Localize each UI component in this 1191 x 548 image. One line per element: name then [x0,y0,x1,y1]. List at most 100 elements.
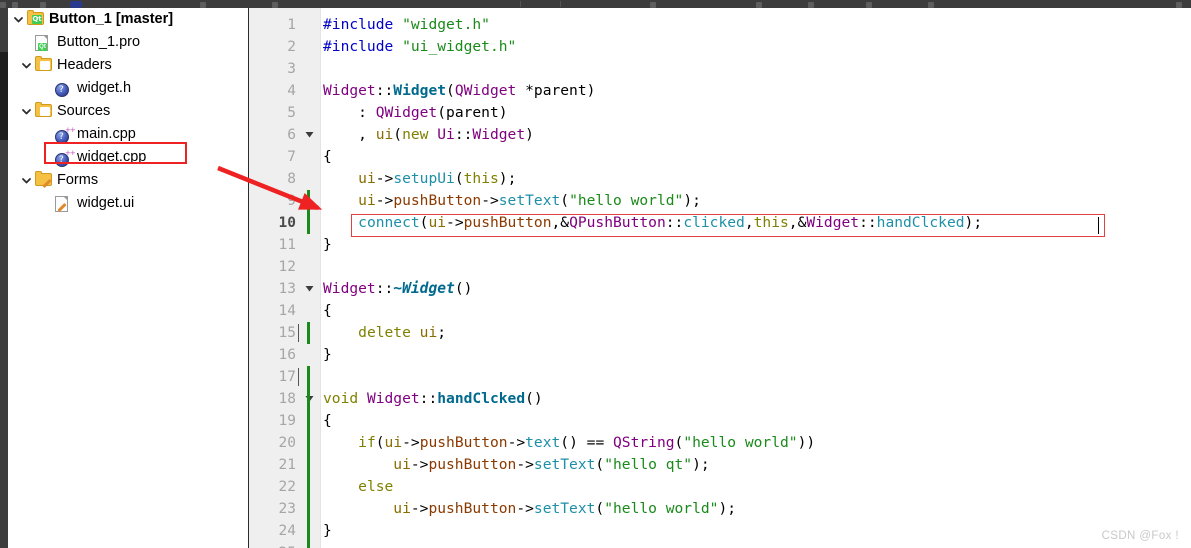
code-line[interactable]: void Widget::handClcked() [323,388,543,410]
panel-splitter[interactable] [248,8,249,548]
code-line[interactable]: if(ui->pushButton->text() == QString("he… [323,432,815,454]
tree-item-label: main.cpp [77,126,136,143]
line-number: 10 [278,215,296,231]
file-cpp-icon: ++? [54,126,76,144]
toolbar-icon-6[interactable] [756,2,762,8]
tree-item-label: widget.h [77,80,132,97]
tree-item-forms[interactable]: Forms [8,169,249,192]
code-line[interactable]: } [323,520,332,542]
chevron-down-icon[interactable] [18,175,34,186]
toolbar-icon-2[interactable] [40,2,46,8]
code-line[interactable]: , ui(new Ui::Widget) [323,124,534,146]
file-cpp-icon: ++? [55,149,76,167]
fold-chevron-down-icon[interactable] [302,124,316,146]
file-header-icon: ? [54,80,74,98]
tree-item-label: Forms [57,172,99,189]
tree-item-label: widget.ui [77,195,135,212]
file-cpp-icon: ++? [54,149,76,167]
line-number: 19 [278,413,296,429]
tree-item-label: Headers [57,57,112,74]
change-indicator-bar [307,476,310,498]
toolbar-icon-9[interactable] [928,2,934,8]
toolbar-icon-10[interactable] [1176,2,1182,8]
qt-badge: Qt [32,14,42,24]
code-line[interactable]: ui->pushButton->setText("hello world"); [323,498,736,520]
code-line[interactable]: ui->setupUi(this); [323,168,516,190]
code-line[interactable]: { [323,410,332,432]
code-line[interactable]: { [323,146,332,168]
folder-qt-icon: Qt [27,9,44,25]
code-line[interactable]: } [323,234,332,256]
line-number: 14 [278,303,296,319]
gutter-caret-mark [298,324,299,342]
line-number: 21 [278,457,296,473]
toolbar-icon-5[interactable] [650,2,656,8]
line-number: 18 [278,391,296,407]
tree-item-button-1-master[interactable]: Qt Button_1 [master] [8,8,249,31]
code-editor[interactable]: 1 #include "widget.h" 2 #include "ui_widget… [249,8,1191,548]
code-line[interactable]: Widget::~Widget() [323,278,472,300]
watermark-text: CSDN @Fox ! [1101,530,1179,542]
tree-item-label: Button_1.pro [57,34,141,51]
code-line[interactable]: Widget::Widget(QWidget *parent) [323,80,595,102]
tree-item-label: Sources [57,103,111,120]
tree-item-widget-cpp[interactable]: ++? widget.cpp [8,146,249,169]
chevron-down-icon[interactable] [21,60,32,71]
tree-item-widget-h[interactable]: ? widget.h [8,77,249,100]
file-header-icon: ? [55,80,73,97]
tree-item-sources[interactable]: C++ Sources [8,100,249,123]
line-number: 20 [278,435,296,451]
tree-item-widget-ui[interactable]: widget.ui [8,192,249,215]
change-indicator-bar [307,542,310,548]
change-indicator-bar [307,410,310,432]
line-number: 15 [278,325,296,341]
tree-item-button-1-pro[interactable]: Qt Button_1.pro [8,31,249,54]
code-line[interactable]: #include "ui_widget.h" [323,36,516,58]
code-line[interactable]: ui->pushButton->setText("hello qt"); [323,454,709,476]
fold-chevron-down-icon[interactable] [302,278,316,300]
folder-cpp-icon: C++ [34,101,57,121]
cpp-badge: C++ [40,106,57,116]
mode-selector-bar[interactable] [0,8,8,548]
toolbar-icon-8[interactable] [866,2,872,8]
change-indicator-bar [307,520,310,542]
qt-badge: Qt [38,42,47,51]
change-indicator-bar [307,454,310,476]
chevron-down-icon[interactable] [13,14,24,25]
toolbar-icon-3[interactable] [200,2,206,8]
line-number: 6 [287,127,296,143]
toolbar-separator-2 [560,1,561,7]
chevron-down-icon[interactable] [21,175,32,186]
chevron-down-icon[interactable] [10,14,26,25]
code-line[interactable]: ui->pushButton->setText("hello world"); [323,190,701,212]
line-number: 11 [278,237,296,253]
code-line[interactable]: connect(ui->pushButton,&QPushButton::cli… [323,212,982,234]
code-line[interactable]: { [323,300,332,322]
toolbar-icon-7[interactable] [808,2,814,8]
tree-item-headers[interactable]: h Headers [8,54,249,77]
file-qt-pro-icon: Qt [35,34,48,51]
chevron-down-icon[interactable] [21,106,32,117]
code-line[interactable]: #include "widget.h" [323,14,490,36]
line-number: 25 [249,542,296,548]
code-line[interactable]: } [323,344,332,366]
toolbar-icon-4[interactable] [272,2,278,8]
line-number: 5 [287,105,296,121]
line-number: 12 [278,259,296,275]
folder-ui-icon [34,170,54,190]
chevron-down-icon[interactable] [18,60,34,71]
file-ui-icon [54,195,74,213]
line-number: 23 [278,501,296,517]
code-line[interactable]: delete ui; [323,322,446,344]
code-line[interactable]: else [323,476,393,498]
line-number: 8 [287,171,296,187]
chevron-down-icon[interactable] [18,106,34,117]
code-line[interactable]: : QWidget(parent) [323,102,507,124]
project-tree-panel[interactable]: Qt Button_1 [master] Qt Button_1.pro h Header… [8,8,249,548]
toolbar-icon-1[interactable] [12,2,18,8]
folder-h-icon: h [34,55,54,75]
line-number: 9 [287,193,296,209]
file-ui-icon [55,195,68,212]
line-number: 13 [278,281,296,297]
tree-item-main-cpp[interactable]: ++? main.cpp [8,123,249,146]
